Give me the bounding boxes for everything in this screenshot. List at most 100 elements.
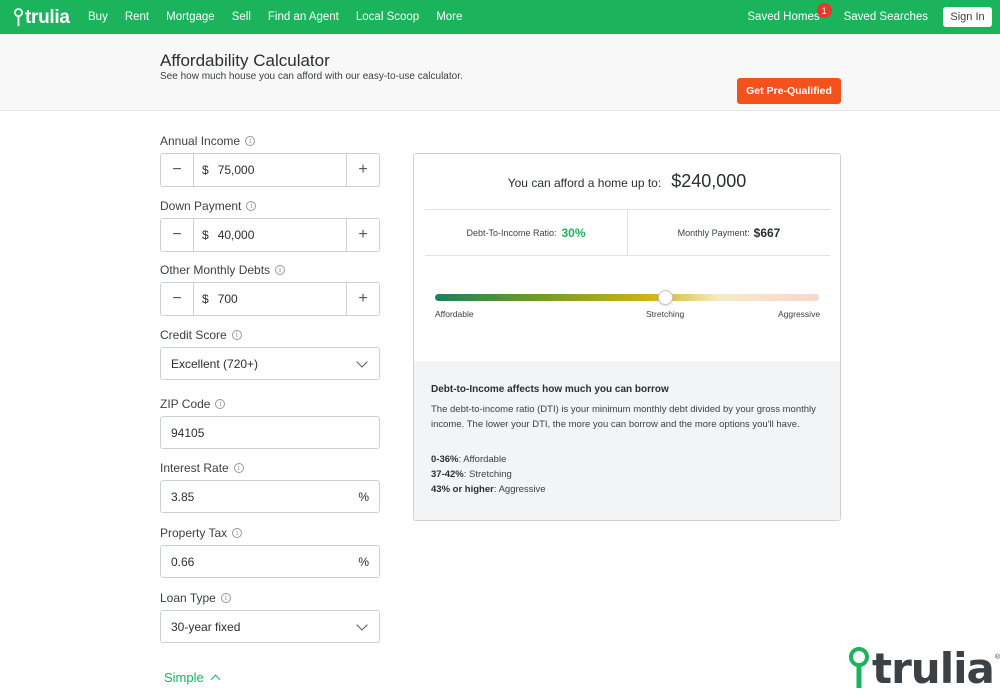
- info-icon[interactable]: i: [232, 528, 243, 538]
- simple-toggle-label: Simple: [164, 670, 204, 685]
- monthly-payment-value: $667: [753, 225, 781, 240]
- nav-local-scoop[interactable]: Local Scoop: [356, 11, 419, 23]
- down-payment-decrease-button[interactable]: −: [161, 219, 194, 251]
- down-payment-increase-button[interactable]: +: [346, 219, 379, 251]
- get-prequalified-button[interactable]: Get Pre-Qualified: [737, 78, 841, 104]
- slider-label-stretching: Stretching: [646, 309, 685, 319]
- saved-homes-label: Saved Homes: [747, 11, 820, 23]
- dti-info-body: The debt-to-income ratio (DTI) is your m…: [431, 404, 816, 430]
- nav-more[interactable]: More: [436, 11, 462, 23]
- info-icon[interactable]: i: [275, 265, 286, 275]
- afford-summary: You can afford a home up to: $240,000: [414, 154, 840, 209]
- page-title: Affordability Calculator: [160, 51, 330, 70]
- credit-score-label: Credit Score i: [160, 328, 242, 342]
- page-header: Affordability Calculator See how much ho…: [0, 34, 1000, 111]
- currency-symbol: $: [202, 292, 209, 306]
- property-tax-value: 0.66: [171, 554, 195, 569]
- credit-score-value: Excellent (720+): [171, 356, 259, 371]
- loan-type-label-text: Loan Type: [160, 591, 216, 605]
- percent-unit: %: [358, 489, 369, 504]
- nav-buy[interactable]: Buy: [88, 11, 108, 23]
- afford-value: $240,000: [671, 171, 747, 191]
- percent-unit: %: [358, 554, 369, 569]
- interest-rate-value: 3.85: [171, 489, 195, 504]
- zip-code-value: 94105: [171, 425, 205, 440]
- annual-income-label-text: Annual Income: [160, 134, 241, 148]
- dti-info-box: Debt-to-Income affects how much you can …: [414, 361, 840, 520]
- range-affordable: 0-36%: Affordable: [431, 454, 506, 465]
- nav-mortgage[interactable]: Mortgage: [166, 11, 215, 23]
- saved-searches-link[interactable]: Saved Searches: [844, 11, 928, 23]
- currency-symbol: $: [202, 228, 209, 242]
- loan-type-value: 30-year fixed: [171, 619, 241, 634]
- property-tax-label: Property Tax i: [160, 526, 243, 540]
- interest-rate-label: Interest Rate i: [160, 461, 244, 475]
- down-payment-label-text: Down Payment: [160, 199, 242, 213]
- monthly-payment-metric: Monthly Payment: $667: [627, 210, 830, 255]
- trademark-symbol: ®: [994, 654, 1000, 661]
- zip-code-label-text: ZIP Code: [160, 397, 211, 411]
- watermark-logo-text: trulia: [872, 644, 995, 693]
- location-pin-icon: [849, 646, 869, 688]
- credit-score-label-text: Credit Score: [160, 328, 227, 342]
- down-payment-value: 40,000: [217, 228, 255, 242]
- page-subtitle: See how much house you can afford with o…: [160, 71, 463, 82]
- monthly-payment-label: Monthly Payment:: [677, 227, 750, 238]
- trulia-logo[interactable]: trulia: [14, 7, 70, 29]
- monthly-debts-stepper: − $ 700 +: [160, 282, 380, 316]
- range-affordable-value: 0-36%: [431, 454, 459, 465]
- info-icon[interactable]: i: [233, 463, 244, 473]
- zip-code-label: ZIP Code i: [160, 397, 226, 411]
- range-stretching-value: 37-42%: [431, 469, 464, 480]
- loan-type-label: Loan Type i: [160, 591, 231, 605]
- dti-value: 30%: [561, 225, 586, 240]
- trulia-watermark-logo: trulia ®: [848, 644, 1000, 693]
- saved-homes-link[interactable]: Saved Homes 1: [747, 3, 832, 23]
- interest-rate-label-text: Interest Rate: [160, 461, 229, 475]
- annual-income-input[interactable]: $ 75,000: [194, 154, 346, 186]
- slider-label-affordable: Affordable: [435, 309, 474, 319]
- sign-in-button[interactable]: Sign In: [943, 7, 992, 27]
- simple-toggle[interactable]: Simple: [164, 670, 221, 685]
- info-icon[interactable]: i: [220, 593, 231, 603]
- monthly-debts-decrease-button[interactable]: −: [161, 283, 194, 315]
- annual-income-stepper: − $ 75,000 +: [160, 153, 380, 187]
- info-icon[interactable]: i: [246, 201, 257, 211]
- range-aggressive: 43% or higher: Aggressive: [431, 484, 546, 495]
- monthly-debts-increase-button[interactable]: +: [346, 283, 379, 315]
- monthly-debts-value: 700: [217, 292, 238, 306]
- interest-rate-input[interactable]: 3.85 %: [160, 480, 380, 513]
- info-icon[interactable]: i: [245, 136, 256, 146]
- credit-score-select[interactable]: Excellent (720+): [160, 347, 380, 380]
- down-payment-input[interactable]: $ 40,000: [194, 219, 346, 251]
- info-icon[interactable]: i: [215, 399, 226, 409]
- dti-slider-thumb[interactable]: [657, 290, 673, 305]
- annual-income-increase-button[interactable]: +: [346, 154, 379, 186]
- currency-symbol: $: [202, 163, 209, 177]
- saved-homes-badge: 1: [816, 3, 832, 18]
- dti-label: Debt-To-Income Ratio:: [466, 227, 557, 238]
- chevron-down-icon: [356, 618, 368, 631]
- down-payment-label: Down Payment i: [160, 199, 257, 213]
- monthly-debts-input[interactable]: $ 700: [194, 283, 346, 315]
- monthly-debts-label: Other Monthly Debts i: [160, 263, 286, 277]
- property-tax-input[interactable]: 0.66 %: [160, 545, 380, 578]
- range-affordable-label: : Affordable: [458, 454, 507, 465]
- chevron-up-icon: [210, 674, 221, 685]
- top-nav: trulia Buy Rent Mortgage Sell Find an Ag…: [0, 0, 1000, 34]
- annual-income-value: 75,000: [217, 163, 255, 177]
- nav-find-agent[interactable]: Find an Agent: [268, 11, 339, 23]
- zip-code-input[interactable]: 94105: [160, 416, 380, 449]
- affordability-result-card: You can afford a home up to: $240,000 De…: [413, 153, 841, 521]
- annual-income-decrease-button[interactable]: −: [161, 154, 194, 186]
- nav-rent[interactable]: Rent: [125, 11, 149, 23]
- monthly-debts-label-text: Other Monthly Debts: [160, 263, 271, 277]
- dti-slider-track: [435, 294, 819, 301]
- loan-type-select[interactable]: 30-year fixed: [160, 610, 380, 643]
- info-icon[interactable]: i: [231, 330, 242, 340]
- chevron-down-icon: [356, 355, 368, 368]
- annual-income-label: Annual Income i: [160, 134, 256, 148]
- slider-label-aggressive: Aggressive: [778, 309, 821, 319]
- range-aggressive-label: : Aggressive: [493, 484, 546, 495]
- nav-sell[interactable]: Sell: [232, 11, 251, 23]
